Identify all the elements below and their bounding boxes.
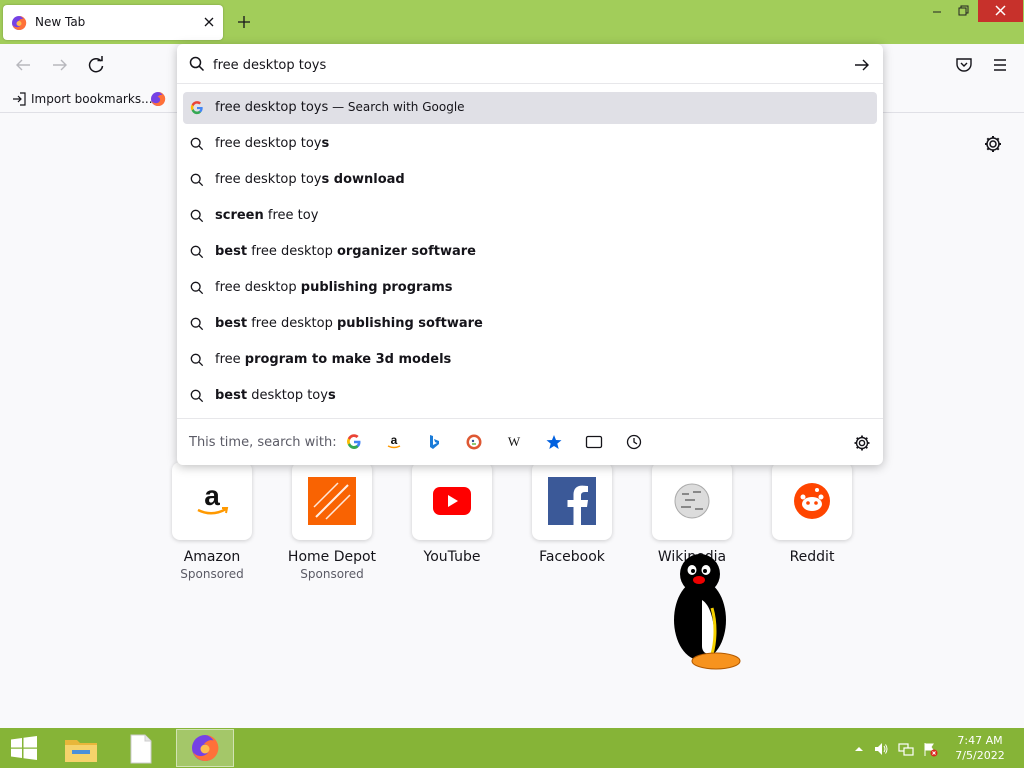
system-clock[interactable]: 7:47 AM 7/5/2022 bbox=[948, 733, 1012, 763]
windows-start-icon[interactable] bbox=[10, 736, 38, 760]
search-icon bbox=[190, 353, 204, 367]
search-suggestion[interactable]: screen free toy bbox=[183, 200, 877, 232]
search-icon bbox=[190, 389, 204, 403]
search-icon bbox=[190, 281, 204, 295]
svg-text:W: W bbox=[508, 434, 521, 449]
new-tab-plus-icon[interactable] bbox=[234, 12, 254, 32]
firefox-icon bbox=[192, 734, 219, 761]
tabs-icon[interactable] bbox=[584, 432, 604, 452]
amazon-logo: a bbox=[172, 462, 252, 540]
site-name: YouTube bbox=[423, 549, 481, 565]
suggestion-text: free desktop toys bbox=[215, 136, 330, 151]
close-tab-icon[interactable] bbox=[200, 13, 218, 31]
action-center-flag-icon[interactable] bbox=[922, 741, 938, 757]
site-name: Reddit bbox=[789, 549, 835, 565]
tab-new-tab[interactable]: New Tab bbox=[3, 5, 223, 40]
volume-icon[interactable] bbox=[873, 741, 889, 757]
show-hidden-icons-chevron-icon[interactable] bbox=[851, 741, 867, 757]
file-explorer-icon[interactable] bbox=[62, 732, 100, 766]
search-suggestion[interactable]: best free desktop organizer software bbox=[183, 236, 877, 268]
window-close-icon[interactable] bbox=[978, 0, 1023, 22]
youtube-logo bbox=[412, 462, 492, 540]
search-icon bbox=[190, 137, 204, 151]
top-site-facebook[interactable]: Facebook bbox=[512, 462, 632, 565]
minimize-icon[interactable] bbox=[926, 0, 948, 22]
bookmarks-star-icon[interactable] bbox=[544, 432, 564, 452]
suggestion-text: free desktop toys — Search with Google bbox=[215, 100, 465, 115]
duckduckgo-icon[interactable] bbox=[464, 432, 484, 452]
title-bar: New Tab bbox=[0, 0, 1024, 44]
search-suggestion[interactable]: free desktop publishing programs bbox=[183, 272, 877, 304]
suggestion-text: free desktop publishing programs bbox=[215, 280, 453, 295]
one-off-label: This time, search with: bbox=[189, 435, 337, 450]
site-name: Home Depot bbox=[287, 549, 377, 565]
suggestion-text: screen free toy bbox=[215, 208, 319, 223]
firefox-bookmark-icon[interactable] bbox=[150, 91, 166, 107]
suggestion-text: best free desktop publishing software bbox=[215, 316, 483, 331]
suggestion-text: free desktop toys download bbox=[215, 172, 405, 187]
suggestion-action: — Search with Google bbox=[328, 100, 465, 114]
gear-icon[interactable] bbox=[983, 134, 1003, 154]
google-icon bbox=[190, 101, 203, 115]
sponsored-label: Sponsored bbox=[300, 567, 364, 581]
search-icon bbox=[190, 209, 204, 223]
bing-icon[interactable] bbox=[424, 432, 444, 452]
search-suggestion[interactable]: free desktop toys download bbox=[183, 164, 877, 196]
reddit-logo bbox=[772, 462, 852, 540]
forward-arrow-icon[interactable] bbox=[49, 54, 71, 76]
clock-time: 7:47 AM bbox=[957, 734, 1003, 747]
svg-text:a: a bbox=[391, 434, 398, 447]
back-arrow-icon[interactable] bbox=[12, 54, 34, 76]
address-input[interactable] bbox=[213, 52, 833, 78]
search-suggestion[interactable]: free desktop toys bbox=[183, 128, 877, 160]
search-icon bbox=[189, 56, 205, 72]
search-suggestion[interactable]: best desktop toys bbox=[183, 380, 877, 412]
search-icon bbox=[190, 317, 204, 331]
wikipedia-icon[interactable]: W bbox=[504, 432, 524, 452]
go-arrow-icon[interactable] bbox=[853, 56, 871, 74]
pingu-penguin-desktop-toy[interactable] bbox=[664, 548, 748, 674]
search-icon bbox=[190, 245, 204, 259]
tab-title: New Tab bbox=[35, 15, 86, 29]
network-icon[interactable] bbox=[898, 741, 914, 757]
blank-document-icon[interactable] bbox=[126, 733, 156, 765]
top-site-reddit[interactable]: Reddit bbox=[752, 462, 872, 565]
suggestion-text: free program to make 3d models bbox=[215, 352, 452, 367]
pocket-icon[interactable] bbox=[953, 54, 975, 76]
restore-icon[interactable] bbox=[952, 0, 974, 22]
search-suggestion[interactable]: free program to make 3d models bbox=[183, 344, 877, 376]
site-name: Amazon bbox=[183, 549, 241, 565]
svg-text:a: a bbox=[204, 481, 220, 511]
top-site-amazon[interactable]: a Amazon Sponsored bbox=[152, 462, 272, 581]
search-icon bbox=[190, 173, 204, 187]
search-settings-gear-icon[interactable] bbox=[853, 434, 871, 452]
top-site-youtube[interactable]: YouTube bbox=[392, 462, 512, 565]
suggestion-text: best desktop toys bbox=[215, 388, 336, 403]
search-suggestion[interactable]: best free desktop publishing software bbox=[183, 308, 877, 340]
clock-date: 7/5/2022 bbox=[955, 749, 1005, 762]
wikipedia-logo bbox=[652, 462, 732, 540]
sponsored-label: Sponsored bbox=[180, 567, 244, 581]
facebook-logo bbox=[532, 462, 612, 540]
hamburger-menu-icon[interactable] bbox=[989, 54, 1011, 76]
site-name: Facebook bbox=[539, 549, 605, 565]
address-bar-dropdown: free desktop toys — Search with Googlefr… bbox=[177, 44, 883, 465]
home-depot-logo bbox=[292, 462, 372, 540]
firefox-taskbar-button[interactable] bbox=[176, 729, 234, 767]
address-bar bbox=[177, 44, 883, 84]
amazon-icon[interactable]: a bbox=[384, 432, 404, 452]
import-bookmarks-label: Import bookmarks... bbox=[31, 92, 153, 106]
google-icon[interactable] bbox=[344, 432, 364, 452]
firefox-icon bbox=[12, 15, 27, 30]
windows-taskbar: 7:47 AM 7/5/2022 bbox=[0, 728, 1024, 768]
one-off-search-bar: This time, search with: a W bbox=[177, 418, 883, 465]
search-with-google-suggestion[interactable]: free desktop toys — Search with Google bbox=[183, 92, 877, 124]
import-icon bbox=[13, 92, 26, 106]
import-bookmarks-button[interactable]: Import bookmarks... bbox=[11, 91, 153, 107]
reload-icon[interactable] bbox=[85, 54, 107, 76]
suggestion-text: best free desktop organizer software bbox=[215, 244, 476, 259]
top-site-home-depot[interactable]: Home Depot Sponsored bbox=[272, 462, 392, 581]
history-icon[interactable] bbox=[624, 432, 644, 452]
